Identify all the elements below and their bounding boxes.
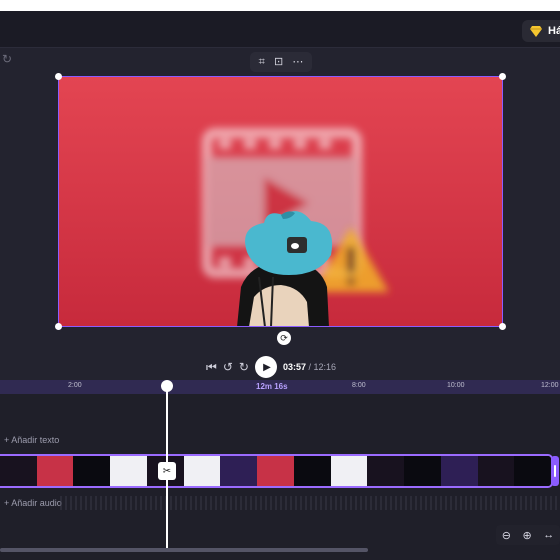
rotate-icon[interactable]: ⟳ (277, 331, 291, 345)
playback-controls: ⏮ ↺ ↻ ▶ 03:57 / 12:16 (206, 355, 366, 379)
timeline-scrollbar[interactable] (0, 548, 368, 552)
browser-strip (0, 0, 560, 11)
rewind-5-icon[interactable]: ↺ (223, 360, 233, 374)
fit-icon[interactable]: ⊡ (274, 56, 283, 68)
upgrade-label: Há (548, 25, 560, 37)
clip-thumbnail (0, 456, 37, 486)
resize-handle-bottom-right[interactable] (499, 323, 506, 330)
forward-5-icon[interactable]: ↻ (239, 360, 249, 374)
ruler-tick-duration: 12m 16s (256, 382, 288, 391)
skip-to-start-icon[interactable]: ⏮ (206, 360, 217, 375)
zoom-controls: ⊖ ⊕ ↔ (496, 525, 560, 545)
video-placeholder-icon (202, 128, 389, 326)
more-options-icon[interactable]: ⋯ (292, 56, 303, 68)
clip-thumbnail (330, 456, 368, 486)
clip-thumbnail (477, 456, 515, 486)
clip-thumbnail (110, 456, 147, 486)
audio-placeholder (60, 496, 560, 510)
top-bar: Há (0, 0, 560, 48)
video-preview-canvas[interactable] (58, 76, 503, 327)
ruler-tick: 8:00 (352, 382, 366, 389)
redo-icon[interactable]: ↻ (2, 52, 12, 66)
playhead-handle[interactable] (161, 380, 173, 392)
split-scissors-icon[interactable]: ✂ (158, 462, 176, 480)
clip-thumbnail (293, 456, 331, 486)
add-audio-track[interactable]: + Añadir audio (4, 498, 62, 508)
fit-timeline-icon[interactable]: ↔ (543, 529, 554, 541)
upgrade-button[interactable]: Há (522, 20, 560, 42)
clip-thumbnail (367, 456, 405, 486)
clip-thumbnail (73, 456, 111, 486)
ruler-tick: 2:00 (68, 382, 82, 389)
video-clip-track[interactable] (0, 454, 553, 488)
clip-thumbnail (404, 456, 441, 486)
clip-thumbnail (514, 456, 551, 486)
ruler-tick: 10:00 (447, 382, 465, 389)
clip-thumbnail (220, 456, 258, 486)
crop-icon[interactable]: ⌗ (259, 56, 265, 68)
clip-thumbnail (183, 456, 221, 486)
clip-trim-handle[interactable] (551, 456, 559, 486)
timeline-ruler[interactable]: 2:00 12m 16s 8:00 10:00 12:00 (0, 380, 560, 394)
time-display: 03:57 / 12:16 (283, 362, 336, 372)
clip-thumbnail (440, 456, 478, 486)
zoom-in-icon[interactable]: ⊕ (522, 529, 531, 542)
zoom-out-icon[interactable]: ⊖ (502, 529, 511, 542)
current-time: 03:57 (282, 362, 306, 372)
resize-handle-top-left[interactable] (55, 73, 62, 80)
add-text-track[interactable]: + Añadir texto (4, 435, 59, 445)
resize-handle-bottom-left[interactable] (55, 323, 62, 330)
clip-thumbnail (257, 456, 294, 486)
clip-thumbnail (36, 456, 74, 486)
play-button[interactable]: ▶ (254, 356, 277, 378)
preview-toolbar: ⌗ ⊡ ⋯ (250, 52, 312, 72)
diamond-icon (530, 25, 542, 37)
total-time: 12:16 (313, 362, 337, 372)
resize-handle-top-right[interactable] (499, 73, 506, 80)
ruler-tick: 12:00 (541, 382, 559, 389)
